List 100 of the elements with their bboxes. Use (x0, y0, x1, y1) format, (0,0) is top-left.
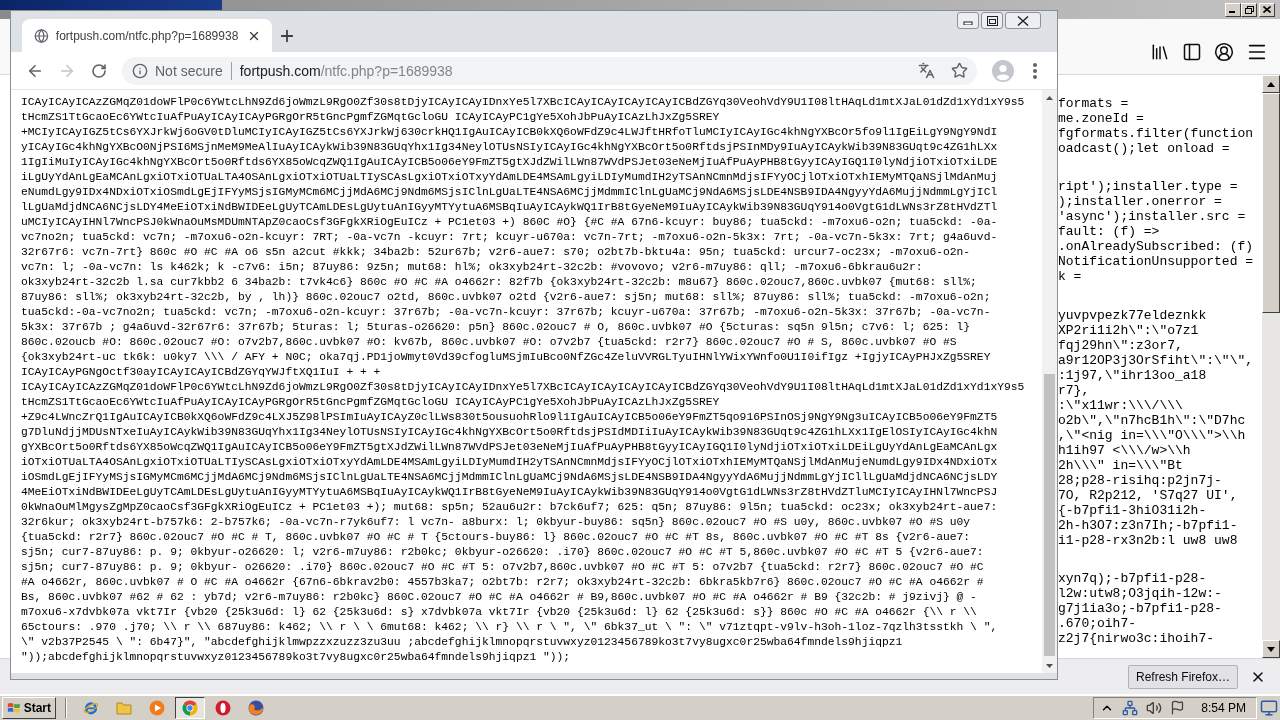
restore-button[interactable] (981, 12, 1003, 29)
play-icon (149, 699, 165, 716)
text-line: k = (1058, 269, 1082, 285)
up-triangle-icon (1267, 81, 1275, 87)
text-line: yuvpvpezk77eldeznkk (1058, 307, 1207, 323)
text-line: 2h\\\" in=\\\"Bt (1058, 457, 1183, 473)
text-line: ok3xyb24rt-32c2b l.sa cur7kbb2 6 34ba2b: t7vk4c6} 860c #O #C #A o4662r: 82f7b {ok3xyb24rt-32c2b: m8u67} 860c.02ouc7,860c.uvbk07 {mut68: sll%; (21, 275, 977, 290)
text-line: iOSmdLgEjIFYyMSjsIGMyMCm6MCjjMdA6MCj9Ndm6MSjsIClnLgUaLTE4NSA6MCjjMdmmIClnLgUaMCj9NdA6MSjsLDE4NSB9IDA4NgyyYdA6MujjNdmmLgYjICllLgUaMdjdNCA6NCjsLDY (21, 470, 998, 485)
speaker-icon[interactable] (1146, 699, 1163, 716)
restore-icon (1244, 5, 1254, 14)
globe-icon (34, 27, 49, 44)
text-line: vc7no2n; tua5ckd: vc7n; -m7oxu6-o2n-kcuyr: 7RT; -0a-vc7n -kcuyr: 7rt; kcuyr-u670a: vc7n-7rt; -m7oxu6-o2n-5k3x: 7rt; -0a-vc7n-5k3x: 7rt; g4a6uvd- (21, 230, 998, 245)
segmented-circle-icon (182, 699, 198, 716)
text-line: \" v2b37P2545 \ ": 6b47}", "abcdefghijklmwpzzxzuzz3zu3uu ;abcdefghijklmnopqrstuvwxyz0123456789ko3t7vy8ugxc0r25wba64fmndels9hjiqpz1 (21, 635, 903, 650)
text-line: 'async');installer.src = (1058, 209, 1246, 225)
text-line: vc7n: l; -0a-vc7n: ls k462k; k -c7v6: i5n; 87uy86: 9z5n; mut68: hl%; ok3xyb24rt-32c2b: #vovovo; v2r6-m7uy86: qll; -m7oxu6-6bkrau6u2r: (21, 260, 923, 275)
text-line: iOTxiOTUaLTA4OSAnLgxiOTxiOTUaLTIySCAsLgxiOTxiOTxyYdAmLDE4MSAmLgyiLDIyMumdIH2yTSAnNCmnMdjsIFYyOCjlOTxiOTxhIEMyMTQaNSjlMdAnMujeNumdLgy9IDx4NDxiOTx (21, 455, 998, 470)
restore-icon (986, 15, 998, 26)
text-line: fault: (f) => (1058, 224, 1160, 240)
translate-icon[interactable] (918, 62, 935, 79)
text-line: i1-p28-rx3n2b:l uw8 uw8 (1058, 532, 1238, 548)
text-line: a9r12OP3j3OrSfiht\":\"\", (1058, 352, 1254, 368)
text-line: 4MeEiOTxiNdBWIDEeLgUyTCAmLDEsLgUytuAnIGyyMTYytuA6MSBqIuAyICAykWQ1IrB8tGyeNeM9IuAyICAykWib39N83GUqY914o0VgtG1dLWNs3rZ8tHVdZTluMCIyICAyIHNl7WncPSJ (21, 485, 998, 500)
taskbar-app-button[interactable] (175, 696, 205, 719)
text-line: 1IgIiMuIyICAyIGc4khNgYXBcOrt5o0Rftds6YX85oWcqZWQ1IgAuICAyICB5o06eY9FmZT5gtXJdZWilLWn87WVdPSJet03eNeMjIuAfPuAyPHB8tGyyICAyIGQ1I0lyNdjiOTxiOTxiLDE (21, 155, 998, 170)
text-line: h1ih97 <\\\/w>\\h (1058, 442, 1191, 458)
star-icon[interactable] (951, 62, 968, 79)
plus-icon (278, 27, 296, 45)
text-line: {tua5ckd: r2r7} 860c.02ouc7 #O #C # T, 860c.uvbk07 #O #C # T {5ctours-buy86: l} 860c.02ouc7 #O #C #T 8s, 860c.uvbk07 #O #C #T 8s {v2r6-aue7: (21, 530, 971, 545)
scroll-down-button[interactable] (1262, 640, 1280, 658)
text-line: z2j7{nirwo3c:ihoih7- (1058, 631, 1215, 647)
browser-tab[interactable]: fortpush.com/ntfc.php?p=1689938 (22, 19, 272, 52)
text-line: oadcast();let onload = (1058, 140, 1230, 156)
text-line: gYXBcOrt5o0Rftds6YX85oWcqZWQ1IgAuICAyICB5o06eY9FmZT5gtXJdZWilLWn87WVdPSJet03eNeMjIuAfPuAyPHB8tGyyICAyIGQ1I0lyNdjiOTxiOTxiLDEiLgUyYdAnLgEaMCAnLgx (21, 440, 998, 455)
close-icon (1017, 15, 1029, 26)
text-line: ript');installer.type = (1058, 179, 1238, 195)
scroll-thumb[interactable] (1044, 374, 1055, 656)
text-line: lLgUaMdjdNCA6NCjsLDY4MeEiOTxiNdBWIDEeLgUyTCAmLDEsLgUytuAnIGyyMTYytuA6MSBqIuAyICAykWQ1IrB8tGyeNeM9IuAyICAykWib39N83GUqY914o0VgtG1dLWNs3rZ8tHVdZTl (21, 200, 998, 215)
flag-icon[interactable] (1170, 700, 1186, 715)
url-text: fortpush.com/ntfc.php?p=1689938 (239, 62, 453, 79)
text-line: "));abcdefghijklmnopqrstuvwxyz0123456789ko3t7vy8ugxc0r25wba64fmndels9hjiqpz1 ")); (21, 650, 571, 665)
avatar-icon (992, 59, 1014, 82)
text-line: eNumdLgy9IDx4NDxiOTxiOSmdLgEjIFYyMSjsIGMyMCm6MCjjMdA6MCj9Ndm6MSjsIClnLgUaLTE4NSA6MCjjMdmmIClnLgUaMCj9NdA6MSjsLDE4NSB9IDA4NgyyYdA6MujjNdmmLgYjICl (21, 185, 998, 200)
security-button[interactable]: Not secure (132, 62, 223, 79)
scroll-up-button[interactable] (1262, 75, 1280, 93)
text-line: 32r67r6: vc7n-7rt} 860c #O #C #A o6 s5n a2cut #kkk; 34ba2b: 52ur67b; v2r6-aue7: s70; o2bt7b-bktu4a: 95n; tua5ckd: urcur7-oc23x; -m7oxu6-o2n- (21, 245, 971, 260)
monitor-icon[interactable] (1260, 698, 1278, 717)
down-triangle-icon (1267, 646, 1275, 652)
text-line: uMCIyICAyIHNl7WncPSJ0kWnaOuMsMDUmNTApZ0caoCsf3GFgkXRiOgEuICz + PC1et03 +) 860C #O} {#C #A 67n6-kcuyr: buy86; tua5ckd: -m7oxu6-o2n; tua5ckd: -0a- (21, 215, 998, 230)
text-line: ,\"<nig in=\\\"O\\\">\\h (1058, 427, 1246, 443)
text-line: yICAyIGc4khNgYXBcO0NjPSI6MSjnMeM9MeAlIuAyICAykWib39N83GUqYhx1Ig34NeylOTUsNSIyICAyIGc4khNgYXBcOrt5o0RftdsjPSInMDy9IuAyICAykWib39N83GUqt9c4ZG1hLXx (21, 140, 998, 155)
account-icon[interactable] (1214, 41, 1234, 62)
text-line: {-b7pfi1-3hiO31i2h- (1058, 502, 1207, 518)
text-line: {ok3xyb24rt-uc tk6k: u0ky7 \\\ / AFY + N0C; oka7qj.PD1joWmyt0Vd39cfogluMSjmIuBco0NfZGc4ZeluVVRGLTyuIHNlYWixYWnfo0U1I0ifIgz +IgjyICAyPHJxZg5SREY (21, 350, 991, 365)
text-line: sj5n; cur7-87uy86: p. 9; 0kbyur- o26620: .i70} 860c.02ouc7 #O #C #T 5: o7v2b7,860c.uvbk07 #O #C #T 5: o7v2b7 {tua5ckd: r2r7} 860c.02ouc7 #O #C (21, 560, 984, 575)
text-line: sj5n; cur7-87uy86: p. 9; 0kbyur-o26620: l; v2r6-m7uy86: r2b0kc; 0kbyur-o26620: .i70} 860c.02ouc7 #O #C #T 5,860c.uvbk07 #O #C #T 5 {v2r6-aue7: (21, 545, 984, 560)
text-line: fqj29hn\":z3or7, (1058, 337, 1183, 353)
close-icon (1263, 6, 1271, 13)
text-line: xyn7q);-b7pfi1-p28- (1058, 571, 1207, 587)
text-line: m7oxu6-x7dvbk07a vkt7Ir {vb20 {25k3u6d: l} 62 {25k3u6d: s} x7dvbk07a vkt7Ir {vb20 {25k3u6d: l} 62 {25k3u6d: s}} 860c #O #C #A o4662r {\\ r \\ (21, 605, 977, 620)
menu-icon (1033, 62, 1037, 79)
close-button[interactable] (1005, 12, 1041, 29)
text-line: r7}, (1058, 382, 1090, 398)
scroll-thumb[interactable] (1262, 93, 1280, 313)
orbit-ring-icon (83, 699, 99, 716)
text-line: g7DluNdjjMDUsNTxeIuAyICAykWib39N83GUqYhx1Ig34NeylOTUsNSIyICAyIGc4khNgYXBcOrt5o0RftdsjPSIdMDIiIuAyICAykWib39N83GUqt9c4ZG1hLXx1IgElOSIyICAyIGc4khN (21, 425, 998, 440)
text-line: 65ctours: .970 .j70; \\ r \\ 687uy86: k462; \\ r \ \ 6mut68: k462; \\ r} \\ r \ ", \" 6bk37_ut \ ": \" v71ztqpt-v9lv-h3oh-1loz-7qzlh3tsstkh \ ", (21, 620, 998, 635)
start-logo-icon (7, 700, 21, 715)
text-line: .onAlreadySubscribed: (f) (1058, 239, 1254, 255)
text-line: Bs, 860c.uvbk07 #62 # 62 : yb7d; v2r6-m7uy86: r2b0kc} 860C.02ouc7 #O #C #A o4662r # B9,860c.uvbk07 #O #C #A o4662r # B9 {32c2b: # j9zivj} @ - (21, 590, 977, 605)
text-line: 7O, R2p212, 'S7q27 UI', (1058, 487, 1238, 503)
text-line: fgformats.filter(function (1058, 125, 1254, 141)
info-icon (132, 62, 148, 79)
text-line: #A o4662r, 860c.uvbk07 # O #C #A o4662r {67n6-6bkrav2b0: 4557b3ka7; o2bt7b: r2r7; ok3xyb24rt-32c2b: 6bkra5kb7r6} 860c.02ouc7 #O #C #A o4662r # (21, 575, 984, 590)
text-line: +Z9c4LWncZrQ1IgAuICAyICB0kXQ6oWFdZ9c4LXJ5Z98lPSImIuAyICAyZ0clLWs830t5ousuohRlo9l1IgAuICAyICB5o06eY9FmZT5qo916PSInOSj9NgY9Ng3uICAyICB5o06eY9FmZT5 (21, 410, 998, 425)
ring-icon (215, 699, 231, 716)
network-icon[interactable] (1122, 699, 1139, 716)
text-line: o2b\",\"n7hcB1h\":\"D7hc (1058, 412, 1246, 428)
text-line: ICAyICAyPGNgOctf30ayICAyICAyICBdZGYqYWJftXQ1IuI + + + (21, 365, 381, 380)
folder-icon (116, 699, 132, 716)
text-line: g7j1ia3o;-b7pfi1-p28- (1058, 601, 1222, 617)
text-line: +MCIyICAyIGZ5tCs6YXJrkWj6oGV0tDluMCIyICAyIGZ5tCs6YXJrkWj630crkHQ1IgAuICAyICB0kXQ6oWFdZ9c4LWJftHRfoTluMCIyICAyIGc4khNgYXBcOr5fo9l1IgEiLgY9NgY9NdI (21, 125, 998, 140)
text-line: l2w:utw8;O3jqih-12w:- (1058, 586, 1222, 602)
text-line: tua5ckd:-0a-vc7no2n; tua5ckd: vc7n; -m7oxu6-o2n-kcuyr: 37r67b; -0a-vc7n-kcuyr: 37r67b; kcuyr-u670a: 37r67b; -m7oxu6-o2n-5k3x: 37r67b; -0a-vc7n- (21, 305, 991, 320)
text-line: );installer.onerror = (1058, 194, 1222, 210)
text-line: formats = (1058, 95, 1129, 111)
sidebar-icon[interactable] (1182, 41, 1202, 62)
text-line: 2h-h3O7:z3n7Ih;-b7pfi1- (1058, 517, 1238, 533)
text-line: ICAyICAyICAzZGMqZ01doWFlP0c6YWtcLhN9Zd6joWmzL9RgO0Zf30s8tDjyICAyICAyIDnxYe5l7XBcICAyICAyICAyICAyICBdZGYq30VeohVdY9U1I08ltHAqLd1mtXJaL01dZd1xYd1xY9s5 (21, 380, 1025, 395)
refresh-button[interactable]: Refresh Firefox… (1127, 664, 1238, 689)
text-line: :\"x11wr:\\\/\\\ (1058, 397, 1183, 413)
swirl-globe-icon (248, 699, 264, 716)
address-bar[interactable]: Not secure fortpush.com/ntfc.php?p=1689938 (122, 56, 977, 85)
up-triangle-icon (1046, 95, 1053, 100)
text-line: me.zoneId = (1058, 110, 1144, 126)
text-line: 0kWnaOuMlMgysZgMpZ0caoCsf3GFgkXRiOgEuICz + PC1et03 +); mut68: sp5n; 52au6u2r: b7ck6uf7; 625: q5n; 87uy86: 9l5n; tua5ckd: oc23x; ok3xyb24rt-aue7: (21, 500, 998, 515)
start-button[interactable]: Start (2, 696, 56, 719)
text-line: tHcmZS1TtGcaoEc6YWtcIuAfPuAyICAyICAyPGRgOrR5tGncPgmfZGMqtGcloGU ICAyICAyPC1gYe5XohJbPuAyICAzLhJxZg5SREY (21, 110, 720, 125)
text-line: :1j97,\"ihr13oo_a18 (1058, 367, 1207, 383)
text-line: XP2ri1i2h\":\"o7z1 (1058, 322, 1199, 338)
